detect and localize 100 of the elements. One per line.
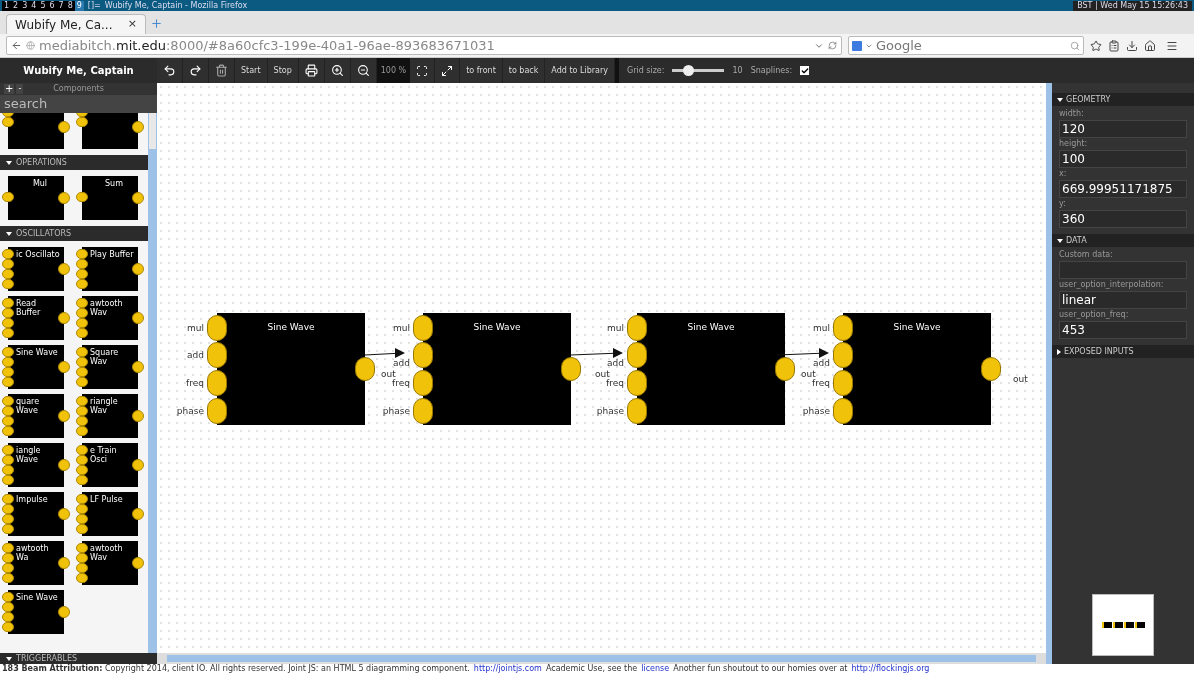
link[interactable]: http://jointjs.com: [473, 664, 542, 674]
component-tile[interactable]: Sine Wave: [8, 345, 64, 389]
category-header[interactable]: TRIGGERABLES: [0, 653, 157, 664]
redo-icon[interactable]: [189, 64, 202, 77]
input-port-icon[interactable]: [627, 342, 647, 368]
scrollbar-thumb[interactable]: [149, 113, 156, 149]
field-input[interactable]: 100: [1059, 150, 1187, 168]
input-port-icon[interactable]: [833, 398, 853, 424]
browser-tab[interactable]: Wubify Me, Ca... ×: [6, 14, 146, 34]
input-port-icon[interactable]: [413, 370, 433, 396]
search-input[interactable]: Google: [876, 35, 1067, 56]
component-tile[interactable]: Play Buffer: [82, 247, 138, 291]
section-header[interactable]: EXPOSED INPUTS: [1052, 345, 1194, 358]
input-port-icon[interactable]: [207, 342, 227, 368]
undo-icon[interactable]: [163, 64, 176, 77]
back-icon[interactable]: [11, 40, 22, 51]
output-port-icon[interactable]: [981, 357, 1001, 381]
input-port-icon[interactable]: [627, 315, 647, 341]
download-icon[interactable]: [1126, 39, 1138, 52]
component-tile[interactable]: awtooth Wav: [82, 296, 138, 340]
field-input[interactable]: linear: [1059, 291, 1187, 309]
home-icon[interactable]: [1144, 39, 1156, 52]
field-input[interactable]: 360: [1059, 210, 1187, 228]
new-tab-icon[interactable]: [150, 17, 163, 30]
component-tile[interactable]: Mul: [8, 176, 64, 220]
search-field[interactable]: search: [0, 95, 157, 113]
trash-icon[interactable]: [215, 64, 228, 77]
link[interactable]: http://flockingjs.org: [851, 664, 930, 674]
menu-icon[interactable]: [1166, 39, 1178, 52]
section-header[interactable]: GEOMETRY: [1052, 93, 1194, 106]
workspace-tab[interactable]: 4: [29, 0, 39, 11]
component-tile[interactable]: Square Wav: [82, 345, 138, 389]
component-tile[interactable]: Sum: [82, 176, 138, 220]
category-header[interactable]: OPERATIONS: [0, 155, 148, 170]
workspace-tab[interactable]: 6: [47, 0, 57, 11]
sine-node[interactable]: Sine Wave: [423, 313, 571, 425]
to-front-button[interactable]: to front: [460, 58, 503, 83]
input-port-icon[interactable]: [833, 315, 853, 341]
reload-icon[interactable]: [828, 41, 837, 50]
workspace-tab[interactable]: 2: [11, 0, 21, 11]
input-port-icon[interactable]: [413, 342, 433, 368]
workspace-tab[interactable]: 5: [38, 0, 48, 11]
component-tile[interactable]: quare Wave: [8, 394, 64, 438]
to-back-button[interactable]: to back: [502, 58, 546, 83]
field-input[interactable]: [1059, 261, 1187, 279]
bookmark-star-icon[interactable]: [1090, 39, 1102, 52]
input-port-icon[interactable]: [627, 370, 647, 396]
category-header[interactable]: OSCILLATORS: [0, 226, 148, 241]
field-input[interactable]: 120: [1059, 120, 1187, 138]
component-tile[interactable]: iangle Wave: [8, 443, 64, 487]
url-field[interactable]: mediabitch.mit.edu:8000/#8a60cfc3-199e-40a1-96ae-893683671031: [6, 36, 842, 55]
input-port-icon[interactable]: [207, 370, 227, 396]
component-tile[interactable]: awtooth Wav: [82, 541, 138, 585]
remove-button[interactable]: -: [16, 84, 24, 94]
section-header[interactable]: DATA: [1052, 234, 1194, 247]
workspace-tab[interactable]: 3: [20, 0, 30, 11]
search-field[interactable]: Google: [848, 36, 1084, 55]
add-to-library-button[interactable]: Add to Library: [545, 58, 615, 83]
component-tile[interactable]: Sine Wave: [8, 590, 64, 634]
zoom-out-icon[interactable]: [356, 64, 370, 77]
component-tile[interactable]: awtooth Wa: [8, 541, 64, 585]
output-port-icon[interactable]: [561, 357, 581, 381]
field-input[interactable]: 669.99951171875: [1059, 180, 1187, 198]
zoom-in-icon[interactable]: [330, 64, 344, 77]
component-tile[interactable]: Impulse: [8, 492, 64, 536]
sine-node[interactable]: Sine Wave: [217, 313, 365, 425]
output-port-icon[interactable]: [355, 357, 375, 381]
component-tile[interactable]: LF Pulse: [82, 492, 138, 536]
sine-node[interactable]: Sine Wave: [637, 313, 785, 425]
search-engine-icon[interactable]: [852, 40, 862, 51]
component-tile[interactable]: [82, 113, 138, 149]
workspace-tab[interactable]: 8: [65, 0, 75, 11]
component-tile[interactable]: ic Oscillato: [8, 247, 64, 291]
print-icon[interactable]: [304, 64, 318, 77]
component-tile[interactable]: Read Buffer: [8, 296, 64, 340]
component-tile[interactable]: riangle Wav: [82, 394, 138, 438]
component-tile[interactable]: [8, 113, 64, 149]
clipboard-icon[interactable]: [1108, 39, 1120, 52]
link[interactable]: license: [641, 664, 670, 674]
input-port-icon[interactable]: [207, 315, 227, 341]
slider-thumb[interactable]: [683, 65, 695, 76]
horizontal-scrollbar[interactable]: [167, 655, 1036, 662]
fit-icon[interactable]: [416, 64, 429, 77]
start-button[interactable]: Start: [235, 58, 268, 83]
input-port-icon[interactable]: [413, 315, 433, 341]
snaplines-checkbox[interactable]: [800, 66, 810, 75]
add-button[interactable]: +: [4, 84, 15, 94]
input-port-icon[interactable]: [833, 342, 853, 368]
input-port-icon[interactable]: [207, 398, 227, 424]
workspace-tab[interactable]: 1: [2, 0, 12, 11]
input-port-icon[interactable]: [833, 370, 853, 396]
component-tile[interactable]: e Train Osci: [82, 443, 138, 487]
input-port-icon[interactable]: [627, 398, 647, 424]
minimap[interactable]: [1092, 594, 1154, 656]
output-port-icon[interactable]: [775, 357, 795, 381]
close-button[interactable]: ×: [127, 16, 137, 33]
workspace-tab[interactable]: 7: [56, 0, 66, 11]
stop-button[interactable]: Stop: [267, 58, 299, 83]
input-port-icon[interactable]: [413, 398, 433, 424]
workspace-tab[interactable]: 9: [74, 0, 84, 11]
